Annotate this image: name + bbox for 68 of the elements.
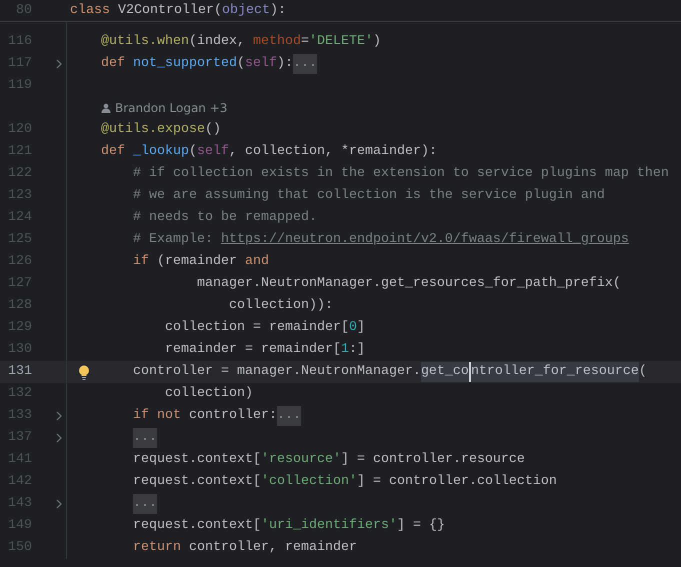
code-token: controller = manager.NeutronManager. xyxy=(133,363,421,381)
code-token: (index, xyxy=(188,33,246,51)
code-token: request.context[ xyxy=(133,517,261,535)
code-token: remainder = remainder[ xyxy=(164,341,341,359)
code-token: collection)): xyxy=(228,297,333,315)
code-link[interactable]: https://neutron.endpoint/v2.0/fwaas/firewall_groups xyxy=(220,230,629,250)
fold-chevron-icon[interactable] xyxy=(56,499,62,509)
code-token: object xyxy=(222,2,270,20)
author-annotation[interactable]: Brandon Logan +3 xyxy=(115,99,228,117)
code-token: V2Controller( xyxy=(118,2,222,20)
code-token: ( xyxy=(638,363,647,381)
code-token: request.context[ xyxy=(133,451,261,469)
code-token: ] = controller.resource xyxy=(340,451,525,469)
code-token: 0 xyxy=(348,319,357,337)
code-token: if not xyxy=(133,407,182,425)
folded-code[interactable]: ... xyxy=(133,494,157,514)
code-token: self xyxy=(197,143,229,161)
code-comment: # needs to be remapped. xyxy=(133,209,317,227)
fold-chevron-icon[interactable] xyxy=(56,433,62,443)
code-token: controller, remainder xyxy=(189,539,357,557)
code-token: collection = remainder[ xyxy=(164,319,349,337)
code-token: = xyxy=(300,33,309,51)
code-token: 'uri_identifiers' xyxy=(260,517,397,535)
code-token: ) xyxy=(372,33,381,51)
code-token: ( xyxy=(189,143,197,161)
lightbulb-icon[interactable] xyxy=(78,365,90,380)
code-comment: # we are assuming that collection is the service plugin and xyxy=(133,187,605,205)
folded-code[interactable]: ... xyxy=(292,54,317,74)
code-token: 1 xyxy=(340,341,349,359)
code-token: ] xyxy=(356,319,365,337)
code-token: method xyxy=(252,33,301,51)
code-token: @utils.expose xyxy=(101,121,205,139)
code-token: if xyxy=(133,253,150,271)
person-icon xyxy=(101,103,111,113)
code-token: class xyxy=(70,2,111,20)
code-token: ntroller_for_resource xyxy=(468,362,639,382)
line-number: 131 xyxy=(7,363,32,381)
code-token: ] = {} xyxy=(396,517,445,535)
code-token: return xyxy=(133,539,182,557)
code-token: () xyxy=(204,121,221,139)
code-token: ): xyxy=(276,55,293,73)
code-token: controller: xyxy=(189,407,277,425)
fold-chevron-icon[interactable] xyxy=(56,411,62,421)
code-token: ( xyxy=(236,55,245,73)
code-comment: # Example: xyxy=(133,231,214,249)
code-token: request.context[ xyxy=(133,473,261,491)
code-token: def xyxy=(101,143,126,161)
folded-code[interactable]: ... xyxy=(133,428,157,448)
code-token: ] = controller.collection xyxy=(356,473,557,491)
code-token: not_supported xyxy=(133,55,237,73)
code-token: manager.NeutronManager.get_resources_for_path_prefix( xyxy=(196,275,621,293)
code-token: def xyxy=(101,55,126,73)
code-token: ): xyxy=(270,2,286,20)
code-token: 'collection' xyxy=(260,473,357,491)
code-token: _lookup xyxy=(133,143,189,161)
code-token: 'DELETE' xyxy=(308,33,373,51)
code-comment: # if collection exists in the extension to service plugins map then xyxy=(133,165,669,183)
code-token: (remainder xyxy=(157,253,238,271)
code-token: 'resource' xyxy=(260,451,341,469)
code-token: , collection, *remainder): xyxy=(229,143,437,161)
code-token: collection) xyxy=(164,385,253,403)
folded-code[interactable]: ... xyxy=(276,406,301,426)
code-token: self xyxy=(244,55,277,73)
fold-chevron-icon[interactable] xyxy=(56,59,62,69)
code-token: and xyxy=(244,253,269,271)
code-token: @utils.when xyxy=(101,33,189,51)
code-token: :] xyxy=(348,341,365,359)
code-token: get_co xyxy=(420,362,469,382)
